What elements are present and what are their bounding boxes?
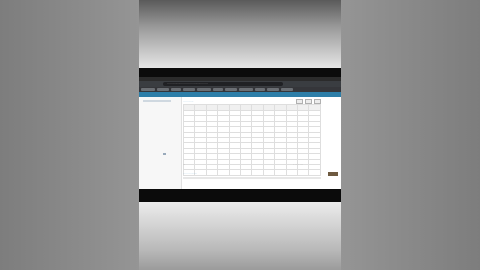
bookmark[interactable] xyxy=(157,88,169,91)
table-cell xyxy=(228,169,242,176)
page-links[interactable]: · · · · · · · · xyxy=(293,164,303,166)
bottom-letterbox xyxy=(139,189,341,202)
action-button[interactable] xyxy=(328,172,338,176)
bookmark[interactable] xyxy=(225,88,237,91)
table-cell xyxy=(240,169,253,176)
top-blur xyxy=(139,0,341,68)
top-letterbox xyxy=(139,68,341,77)
table-row[interactable] xyxy=(182,169,321,176)
table-cell xyxy=(274,169,287,176)
page-size[interactable]: ··· xyxy=(183,164,185,166)
bottom-blur xyxy=(139,202,341,270)
bookmark[interactable] xyxy=(267,88,279,91)
table-cell xyxy=(217,169,230,176)
bookmark[interactable] xyxy=(281,88,293,91)
table-cell xyxy=(262,169,276,176)
bookmark[interactable] xyxy=(141,88,155,91)
table-cell xyxy=(285,169,299,176)
main-content: ··········· ··· · · · · · · · · ········… xyxy=(182,99,321,189)
bookmark[interactable] xyxy=(213,88,223,91)
table-cell xyxy=(308,169,321,176)
right-background xyxy=(341,0,480,270)
video-frame: ········································… xyxy=(139,0,341,270)
table-cell xyxy=(297,169,310,176)
pagination: ··· · · · · · · · · xyxy=(183,164,321,168)
section-title: ··············· xyxy=(183,171,198,175)
bookmark[interactable] xyxy=(197,88,211,91)
address-text: ········································… xyxy=(167,81,209,85)
table-cell xyxy=(251,169,264,176)
section-divider xyxy=(183,177,321,179)
sidebar-item[interactable] xyxy=(143,100,171,102)
sidebar-icon[interactable] xyxy=(163,153,166,155)
bookmark[interactable] xyxy=(171,88,181,91)
sidebar xyxy=(139,97,182,189)
bookmark[interactable] xyxy=(239,88,253,91)
screen-capture: ········································… xyxy=(139,77,341,189)
bookmark[interactable] xyxy=(255,88,265,91)
page-title: ··········· xyxy=(183,99,194,103)
bookmark[interactable] xyxy=(183,88,195,91)
left-background xyxy=(0,0,139,270)
address-bar[interactable]: ········································… xyxy=(163,81,283,86)
table-cell xyxy=(205,169,219,176)
